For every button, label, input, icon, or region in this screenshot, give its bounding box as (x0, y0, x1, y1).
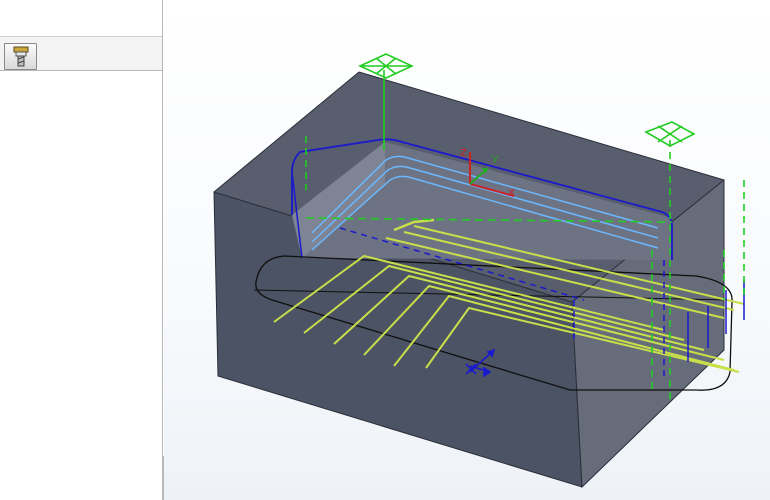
axis-label-y: Y (491, 155, 499, 166)
tree-toolbar (0, 37, 162, 71)
3d-scene: Y X Z (213, 53, 745, 489)
operation-tree-panel (0, 0, 163, 500)
cam-application-window: ◦ (0, 0, 770, 500)
end-mill-tool-icon (13, 46, 29, 67)
axis-label-x: X (508, 188, 515, 199)
3d-viewport[interactable]: Y X Z (164, 0, 770, 500)
operation-tree[interactable] (0, 71, 162, 500)
axis-label-z: Z (460, 148, 467, 159)
tool-button[interactable] (4, 43, 37, 70)
